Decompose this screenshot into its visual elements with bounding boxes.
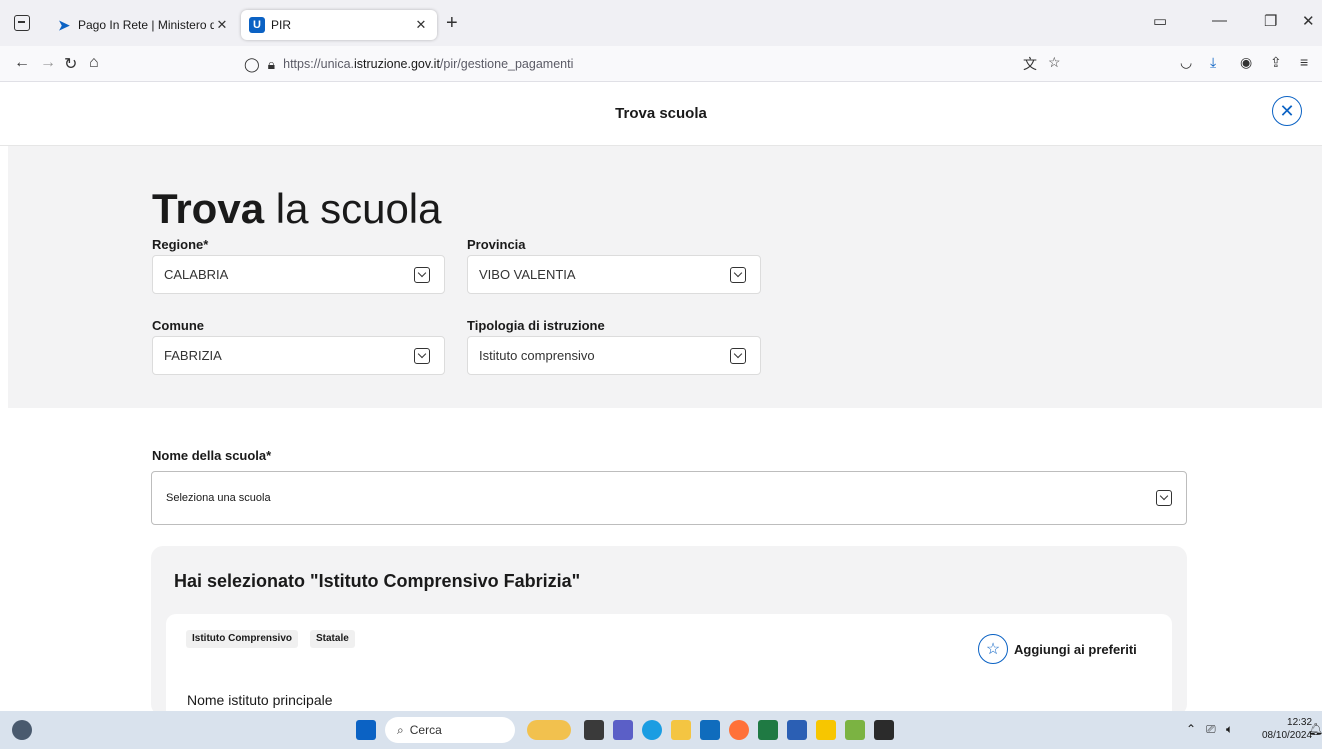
tipologia-select[interactable]: Istituto comprensivo [467,336,761,375]
menu-icon[interactable]: ≡ [1300,54,1308,70]
browser-nav-bar: ← → ↻ ⌂ ◯ 🔒︎ https://unica. istruzione.go… [0,46,1322,82]
firefox-icon[interactable] [729,720,749,740]
mail-icon[interactable] [700,720,720,740]
tipologia-label: Tipologia di istruzione [467,318,605,333]
comune-value: FABRIZIA [164,348,222,363]
url-domain: istruzione.gov.it [354,57,440,71]
sticky-notes-icon[interactable] [816,720,836,740]
heading-bold: Trova [152,185,265,232]
chevron-up-icon[interactable]: ⌃ [1186,722,1196,736]
address-bar[interactable]: ◯ 🔒︎ https://unica. istruzione.gov.it/pir… [236,50,1106,78]
url-prefix: https://unica. [283,57,354,71]
acrobat-icon[interactable] [874,720,894,740]
school-detail-card: Istituto Comprensivo Statale ☆ Aggiungi … [166,614,1172,724]
provincia-value: VIBO VALENTIA [479,267,576,282]
star-icon: ☆ [978,634,1008,664]
lock-icon[interactable]: 🔒︎ [268,56,275,73]
back-icon[interactable]: ← [14,54,30,72]
edge-icon[interactable] [642,720,662,740]
bookmark-star-icon[interactable]: ☆ [1048,54,1061,71]
tab-overview-icon[interactable] [14,15,30,31]
taskbar-search-placeholder: Cerca [409,723,442,737]
close-icon[interactable]: ✕ [1272,96,1302,126]
tab-title: Pago In Rete | Ministero dell'Istr [78,18,214,32]
teams-icon[interactable] [613,720,633,740]
chevron-down-icon [730,267,746,283]
share-icon[interactable]: ⇪ [1270,54,1282,71]
new-tab-icon[interactable]: + [446,13,458,33]
tag-type: Istituto Comprensivo [186,630,299,648]
tab-title: PIR [271,18,292,32]
file-explorer-icon[interactable] [671,720,691,740]
task-view-icon[interactable] [584,720,604,740]
regione-select[interactable]: CALABRIA [152,255,445,294]
excel-icon[interactable] [758,720,778,740]
close-window-icon[interactable]: ✕ [1302,12,1315,30]
restore-icon[interactable]: ❐ [1264,12,1277,30]
widgets-icon[interactable] [12,720,32,740]
heading-rest: la scuola [275,185,442,232]
comune-label: Comune [152,318,204,333]
tab-pir[interactable]: U PIR ✕ [241,10,437,40]
home-icon[interactable]: ⌂ [89,54,99,72]
school-select[interactable]: Seleziona una scuola [151,471,1187,525]
app-icon[interactable] [845,720,865,740]
search-heading: Trova la scuola [152,185,442,233]
chevron-down-icon [414,348,430,364]
school-label: Nome della scuola* [152,448,272,463]
translate-icon[interactable]: 文 [1023,54,1037,74]
add-favorites-button[interactable]: ☆ Aggiungi ai preferiti [978,634,1137,664]
page-header: Trova scuola ✕ [0,84,1322,146]
clock-time: 12:32 [1287,717,1313,728]
taskbar-search[interactable]: ⌕ Cerca [385,717,515,743]
account-icon[interactable]: ◉ [1240,54,1252,71]
chevron-down-icon [414,267,430,283]
notification-bell-icon[interactable]: 🔔︎ [1308,722,1322,736]
page-title: Trova scuola [615,105,707,122]
regione-value: CALABRIA [164,267,229,282]
list-tabs-icon[interactable]: ▭ [1153,12,1167,30]
provincia-label: Provincia [467,237,526,252]
volume-icon[interactable]: 🔈︎ [1226,722,1233,737]
tab-pago-in-rete[interactable]: ➤ Pago In Rete | Ministero dell'Istr ✕ [48,10,238,40]
regione-label: Regione* [152,237,209,252]
chevron-down-icon [1156,490,1172,506]
windows-start-icon[interactable] [356,720,376,740]
close-tab-icon[interactable]: ✕ [214,17,230,33]
clock-date: 08/10/2024 [1262,730,1313,741]
main-institute-label: Nome istituto principale [187,692,333,708]
chevron-down-icon [730,348,746,364]
clock[interactable]: 12:32 08/10/2024 [1262,716,1312,742]
forward-icon[interactable]: → [40,54,56,72]
network-icon[interactable]: ⎚ [1206,722,1216,737]
close-tab-icon[interactable]: ✕ [413,17,429,33]
school-placeholder: Seleziona una scuola [166,492,271,504]
search-icon: ⌕ [397,722,404,737]
copilot-icon[interactable] [527,720,571,740]
tag-statale: Statale [310,630,355,648]
provincia-select[interactable]: VIBO VALENTIA [467,255,761,294]
download-icon[interactable]: ⤓ [1210,54,1216,71]
selected-school-title: Hai selezionato "Istituto Comprensivo Fa… [174,571,581,591]
word-icon[interactable] [787,720,807,740]
selected-school-card: Hai selezionato "Istituto Comprensivo Fa… [151,546,1187,724]
reload-icon[interactable]: ↻ [64,54,77,74]
minimize-icon[interactable]: — [1212,12,1227,29]
pir-icon: U [249,17,265,33]
tipologia-value: Istituto comprensivo [479,348,595,363]
pago-icon: ➤ [58,16,70,33]
shield-icon[interactable]: ◯ [244,56,260,73]
comune-select[interactable]: FABRIZIA [152,336,445,375]
taskbar: ⌕ Cerca ⌃ ⎚ 🔈︎ 12:32 08/10/2024 🔔︎ [0,711,1322,749]
add-favorites-label: Aggiungi ai preferiti [1014,641,1137,657]
pocket-icon[interactable]: ◡ [1180,54,1192,71]
browser-tab-bar: ➤ Pago In Rete | Ministero dell'Istr ✕ U… [0,0,1322,46]
url-path: /pir/gestione_pagamenti [439,57,574,71]
